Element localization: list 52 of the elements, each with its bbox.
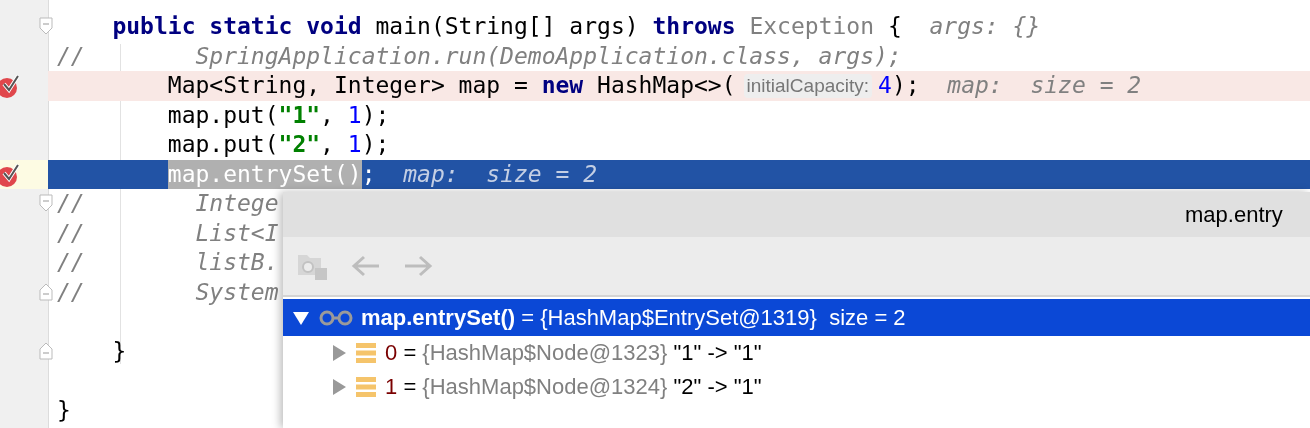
tree-row[interactable]: 0 = {HashMap$Node@1323} "1" -> "1" (283, 336, 1310, 370)
code-keyword: throws (652, 12, 736, 41)
selected-code: map.entrySet() (167, 159, 362, 189)
code-comment: List<I (195, 218, 279, 248)
code-text: } (57, 395, 71, 425)
code-text: ; (361, 159, 376, 189)
code-comment: // (57, 248, 85, 277)
code-text: Map<String, Integer> map = (167, 71, 529, 100)
code-comment: // (57, 218, 85, 248)
code-type: Exception (749, 12, 875, 41)
list-icon (355, 342, 377, 364)
code-keyword: new (541, 71, 584, 100)
code-comment: listB. (195, 248, 279, 277)
code-text: , (320, 100, 335, 130)
forward-arrow-icon[interactable] (403, 254, 433, 278)
string-literal: "2" (278, 130, 321, 159)
expand-arrow-icon[interactable] (331, 377, 347, 397)
number-literal: 1 (347, 130, 362, 159)
code-comment: System (195, 277, 279, 307)
tree-row[interactable]: map.entrySet() = {HashMap$EntrySet@1319} size = 2 (283, 299, 1310, 336)
code-comment: Intege (195, 189, 279, 218)
tree-row[interactable]: 1 = {HashMap$Node@1324} "2" -> "1" (283, 370, 1310, 404)
back-arrow-icon[interactable] (351, 254, 381, 278)
code-text: { (887, 12, 902, 41)
code-text: ); (891, 71, 920, 100)
list-icon (355, 376, 377, 398)
code-comment: SpringApplication.run(DemoApplication.class, args); (195, 41, 902, 71)
number-literal: 4 (878, 71, 892, 100)
inline-value: map: size = 2 (947, 71, 1142, 100)
code-text: } (112, 336, 127, 366)
code-comment: // (57, 41, 85, 71)
code-keyword: public static void (112, 12, 362, 41)
code-text: map.put( (167, 100, 279, 130)
popup-title: map.entry (1185, 201, 1283, 228)
code-comment: // (57, 189, 85, 218)
code-comment: // (57, 277, 85, 307)
inline-value: args: {} (929, 12, 1041, 41)
expand-arrow-icon[interactable] (331, 343, 347, 363)
code-text: map.put( (167, 130, 279, 159)
code-text: main(String[] args) (375, 12, 640, 41)
code-text: , (320, 130, 335, 159)
collapse-arrow-icon[interactable] (291, 309, 311, 326)
glasses-icon (319, 308, 353, 327)
code-text: ); (361, 130, 390, 159)
fold-marker-icon[interactable] (39, 17, 53, 35)
number-literal: 1 (347, 100, 362, 130)
parameter-hint: initialCapacity: (743, 73, 873, 98)
fold-marker-icon[interactable] (39, 194, 53, 212)
inline-value: map: size = 2 (403, 159, 598, 189)
code-text: ); (361, 100, 390, 130)
string-literal: "1" (278, 100, 321, 130)
code-text: HashMap<>( (597, 71, 736, 100)
